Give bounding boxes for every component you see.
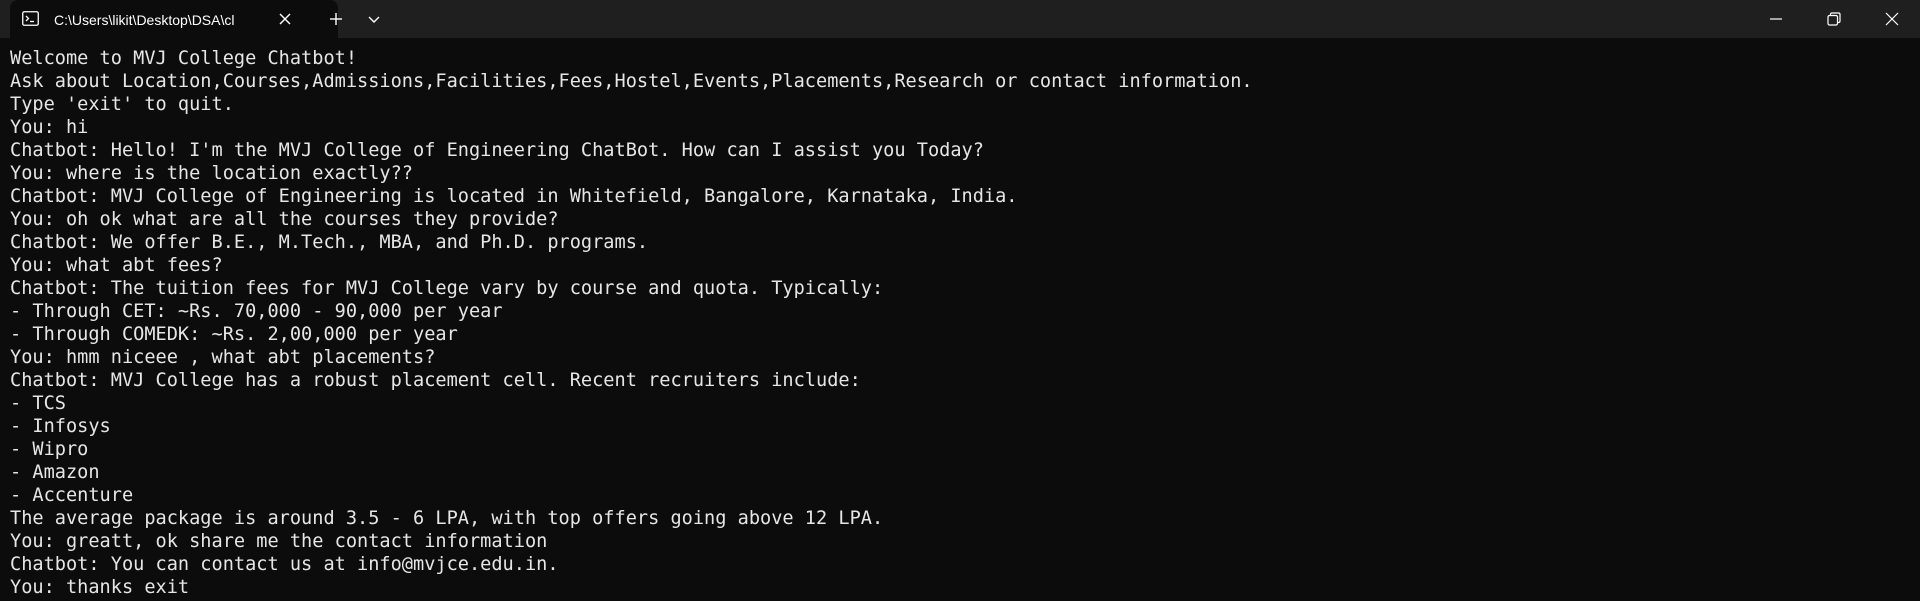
console-line: You: thanks exit <box>10 577 190 598</box>
console-line: Type 'exit' to quit. <box>10 94 234 115</box>
console-line: - Accenture <box>10 485 134 506</box>
plus-icon[interactable] <box>320 8 352 30</box>
console-line: Ask about Location,Courses,Admissions,Fa… <box>10 71 1253 92</box>
console-line: - Infosys <box>10 416 111 437</box>
restore-button[interactable] <box>1806 0 1862 38</box>
console-line: - Through CET: ~Rs. 70,000 - 90,000 per … <box>10 301 503 322</box>
console-line: You: oh ok what are all the courses they… <box>10 209 559 230</box>
close-icon[interactable] <box>274 8 296 30</box>
console-output[interactable]: Welcome to MVJ College Chatbot! Ask abou… <box>10 47 1910 601</box>
console-line: Chatbot: You can contact us at info@mvjc… <box>10 554 559 575</box>
minimize-button[interactable] <box>1748 0 1804 38</box>
console-line: The average package is around 3.5 - 6 LP… <box>10 508 884 529</box>
tab-active[interactable]: C:\Users\likit\Desktop\DSA\cl <box>10 0 338 38</box>
console-line: You: hmm niceee , what abt placements? <box>10 347 436 368</box>
console-line: You: what abt fees? <box>10 255 223 276</box>
console-line: - TCS <box>10 393 66 414</box>
terminal-icon <box>22 11 39 26</box>
restore-icon <box>1827 12 1841 26</box>
console-line: You: where is the location exactly?? <box>10 163 413 184</box>
console-line: Chatbot: The tuition fees for MVJ Colleg… <box>10 278 884 299</box>
console-line: - Wipro <box>10 439 89 460</box>
terminal-window: C:\Users\likit\Desktop\DSA\cl Welcome to… <box>0 0 1920 601</box>
tab-bar: C:\Users\likit\Desktop\DSA\cl <box>0 0 1920 38</box>
console-line: Chatbot: We offer B.E., M.Tech., MBA, an… <box>10 232 649 253</box>
close-window-button[interactable] <box>1864 0 1920 38</box>
minimize-icon <box>1770 18 1782 20</box>
tab-title: C:\Users\likit\Desktop\DSA\cl <box>54 12 235 28</box>
close-icon <box>1885 12 1899 26</box>
console-line: You: greatt, ok share me the contact inf… <box>10 531 548 552</box>
console-line: Welcome to MVJ College Chatbot! <box>10 48 358 69</box>
chevron-down-icon[interactable] <box>360 8 388 30</box>
console-line: Chatbot: MVJ College of Engineering is l… <box>10 186 1018 207</box>
console-line: Chatbot: Hello! I'm the MVJ College of E… <box>10 140 984 161</box>
console-line: You: hi <box>10 117 89 138</box>
console-line: - Through COMEDK: ~Rs. 2,00,000 per year <box>10 324 458 345</box>
console-line: - Amazon <box>10 462 100 483</box>
console-line: Chatbot: MVJ College has a robust placem… <box>10 370 861 391</box>
